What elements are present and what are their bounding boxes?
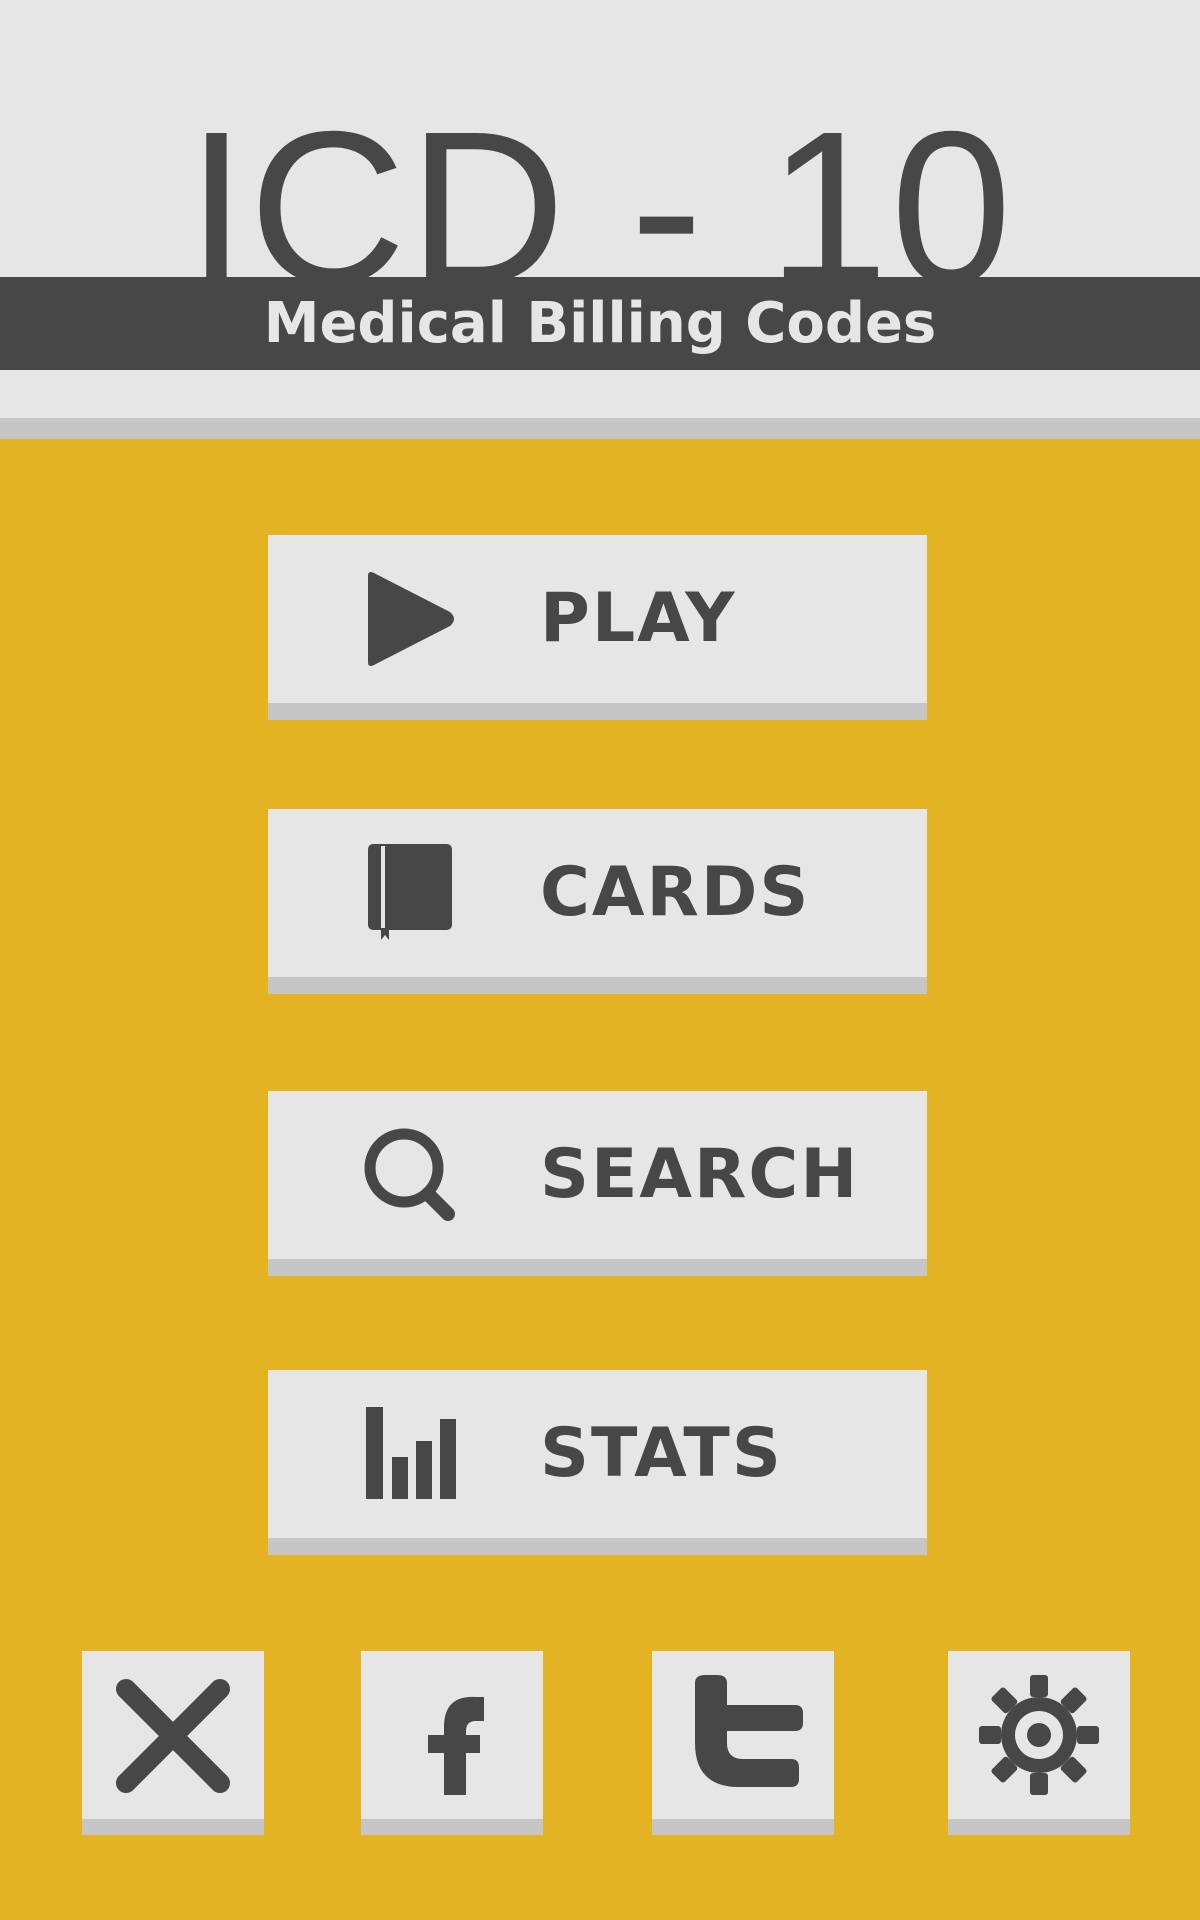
app-subtitle: Medical Billing Codes [263,291,937,356]
close-icon [116,1679,230,1793]
cards-button[interactable]: CARDS [268,809,927,994]
magnifier-icon [364,1128,455,1221]
facebook-icon [428,1696,484,1795]
stats-label: STATS [540,1414,783,1493]
stats-button[interactable]: STATS [268,1370,927,1555]
search-label: SEARCH [540,1135,860,1214]
exit-button[interactable] [82,1651,264,1835]
app-screen: ICD - 10 Medical Billing Codes PLAY CARD… [0,0,1200,1920]
cards-label: CARDS [540,853,811,932]
play-button[interactable]: PLAY [268,535,927,720]
book-icon [368,844,452,940]
play-icon [368,572,454,666]
header-divider [0,418,1200,439]
twitter-button[interactable] [652,1651,834,1835]
app-title: ICD - 10 [186,96,1014,277]
bar-chart-icon [366,1407,456,1499]
settings-button[interactable] [948,1651,1130,1835]
search-button[interactable]: SEARCH [268,1091,927,1276]
twitter-icon [695,1675,803,1787]
facebook-button[interactable] [361,1651,543,1835]
play-label: PLAY [540,579,737,658]
gear-icon [979,1675,1099,1795]
